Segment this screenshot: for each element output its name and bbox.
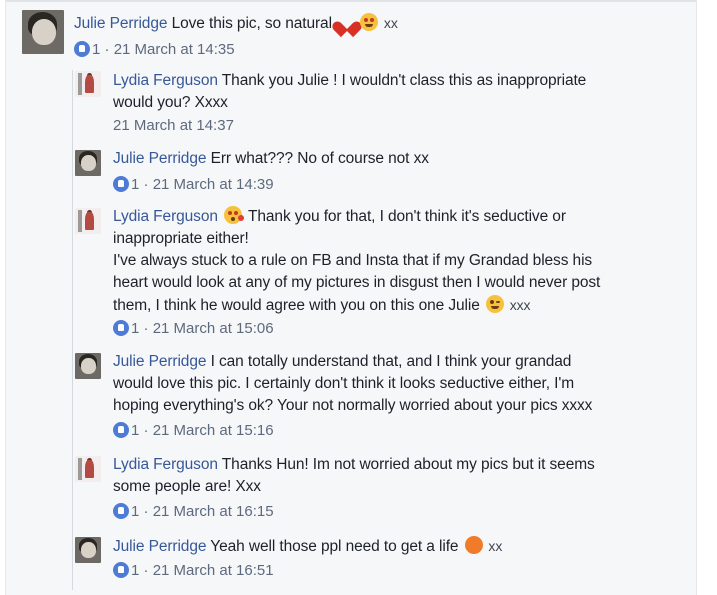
author-name-link[interactable]: Lydia Ferguson [113,72,218,89]
meta-separator: · [100,41,114,58]
avatar-lydia-ferguson[interactable] [75,456,101,482]
timestamp-link[interactable]: 21 March at 14:35 [114,41,235,58]
avatar-julie-perridge[interactable] [75,353,101,379]
red-heart-icon [338,15,356,31]
meta-separator: · [139,503,153,520]
comment-text: Yeah well those ppl need to get a life [206,538,463,555]
comment-meta: 1 · 21 March at 16:15 [113,502,274,522]
comment-text-line: heart would look at any of my pictures i… [113,274,601,291]
comment-meta: 1 · 21 March at 14:35 [74,40,235,60]
author-name-link[interactable]: Lydia Ferguson [113,208,218,225]
comment-body: Lydia Ferguson Thanks Hun! Im not worrie… [113,454,595,498]
timestamp-link[interactable]: 21 March at 14:37 [113,117,234,134]
comment-body: Lydia Ferguson Thank you for that, I don… [113,206,600,317]
author-name-link[interactable]: Julie Perridge [74,15,167,32]
reply-thread-line [72,70,73,590]
comment-text-line: some people are! Xxx [113,478,261,495]
avatar-lydia-ferguson[interactable] [75,208,101,234]
comment-text: Err what??? No of course not xx [206,150,429,167]
avatar-lydia-ferguson[interactable] [75,71,101,97]
comment-body: Julie Perridge Err what??? No of course … [113,148,429,170]
comment-body: Julie Perridge I can totally understand … [113,351,592,417]
timestamp-link[interactable]: 21 March at 16:51 [153,562,274,579]
author-name-link[interactable]: Julie Perridge [113,150,206,167]
pouting-face-icon [464,536,483,554]
comment-meta: 1 · 21 March at 15:16 [113,421,274,441]
timestamp-link[interactable]: 21 March at 14:39 [153,176,274,193]
comment-meta: 1 · 21 March at 14:39 [113,175,274,195]
comment-body: Lydia Ferguson Thank you Julie ! I would… [113,70,586,114]
avatar-julie-perridge[interactable] [22,10,64,54]
comment-meta: 21 March at 14:37 [113,116,234,136]
comment-trail: xx [484,538,503,554]
comment-text: Thank you for that, I don't think it's s… [244,208,566,225]
like-icon[interactable] [74,41,90,57]
meta-separator: · [139,320,153,337]
like-icon[interactable] [113,562,129,578]
like-icon[interactable] [113,503,129,519]
avatar-julie-perridge[interactable] [75,150,101,176]
comment-body: Julie Perridge Love this pic, so natural… [74,12,398,35]
comment-meta: 1 · 21 March at 15:06 [113,319,274,339]
comment-trail: xxx [505,297,531,313]
meta-separator: · [139,562,153,579]
avatar-julie-perridge[interactable] [75,537,101,563]
like-icon[interactable] [113,176,129,192]
meta-separator: · [139,422,153,439]
author-name-link[interactable]: Julie Perridge [113,538,206,555]
meta-separator: · [139,176,153,193]
comment-body: Julie Perridge Yeah well those ppl need … [113,535,502,558]
comment-text-line: would you? Xxxx [113,94,228,111]
comment-thread-panel: Julie Perridge Love this pic, so natural… [5,0,697,595]
comment-text: Thanks Hun! Im not worried about my pics… [217,456,595,473]
author-name-link[interactable]: Julie Perridge [113,353,206,370]
like-icon[interactable] [113,422,129,438]
comment-text-line: them, I think he would agree with you on… [113,297,484,314]
comment-text: Love this pic, so natural [167,15,337,32]
author-name-link[interactable]: Lydia Ferguson [113,456,218,473]
winking-face-icon [485,295,504,313]
blowing-kiss-icon [224,206,245,224]
timestamp-link[interactable]: 21 March at 15:06 [153,320,274,337]
comment-text-line: hoping everything's ok? Your not normall… [113,397,593,414]
comment-trail: xx [380,15,398,31]
comment-meta: 1 · 21 March at 16:51 [113,561,274,581]
timestamp-link[interactable]: 21 March at 15:16 [153,422,274,439]
comment-text-line: would love this pic. I certainly don't t… [113,375,575,392]
comment-text-line: I've always stuck to a rule on FB and In… [113,252,593,269]
timestamp-link[interactable]: 21 March at 16:15 [153,503,274,520]
heart-eyes-icon [360,13,379,31]
like-icon[interactable] [113,320,129,336]
comment-text: I can totally understand that, and I thi… [206,353,572,370]
comment-text: Thank you Julie ! I wouldn't class this … [217,72,587,89]
comment-text-line: inappropriate either! [113,230,249,247]
